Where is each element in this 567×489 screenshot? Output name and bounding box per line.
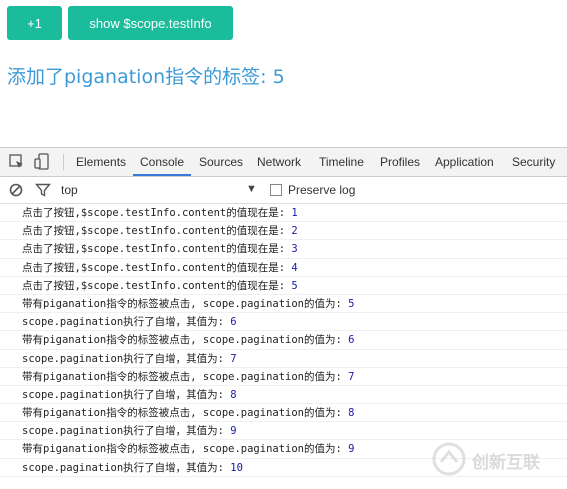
clear-console-icon[interactable] bbox=[9, 182, 25, 198]
inspect-element-icon[interactable] bbox=[8, 153, 26, 171]
preserve-log-label: Preserve log bbox=[288, 183, 356, 197]
console-line: 带有piganation指令的标签被点击, scope.pagination的值… bbox=[0, 295, 567, 314]
watermark-logo-icon bbox=[432, 442, 466, 476]
watermark-text: 创新互联 bbox=[472, 453, 540, 473]
toolbar-divider bbox=[63, 154, 64, 170]
console-line: 带有piganation指令的标签被点击, scope.pagination的值… bbox=[0, 404, 567, 423]
console-line: 点击了按钮,$scope.testInfo.content的值现在是: 1 bbox=[0, 204, 567, 223]
tab-security[interactable]: Security bbox=[512, 148, 555, 176]
tab-profiles[interactable]: Profiles bbox=[380, 148, 420, 176]
tab-sources[interactable]: Sources bbox=[199, 148, 243, 176]
tab-application[interactable]: Application bbox=[435, 148, 494, 176]
tab-timeline[interactable]: Timeline bbox=[319, 148, 364, 176]
console-filterbar: top ▼ Preserve log bbox=[0, 177, 567, 204]
chevron-down-icon[interactable]: ▼ bbox=[246, 183, 257, 195]
tab-console[interactable]: Console bbox=[133, 148, 191, 176]
console-log: 点击了按钮,$scope.testInfo.content的值现在是: 1 点击… bbox=[0, 204, 567, 477]
console-line: scope.pagination执行了自增，其值为: 6 bbox=[0, 313, 567, 332]
console-line: 带有piganation指令的标签被点击, scope.pagination的值… bbox=[0, 331, 567, 350]
show-testinfo-button[interactable]: show $scope.testInfo bbox=[68, 6, 233, 40]
tab-network[interactable]: Network bbox=[257, 148, 301, 176]
context-selector[interactable]: top bbox=[61, 177, 78, 203]
increment-button[interactable]: +1 bbox=[7, 6, 62, 40]
console-line: 点击了按钮,$scope.testInfo.content的值现在是: 3 bbox=[0, 240, 567, 259]
tab-elements[interactable]: Elements bbox=[76, 148, 126, 176]
watermark: 创新互联 bbox=[432, 440, 567, 480]
device-toolbar-icon[interactable] bbox=[34, 153, 52, 171]
console-line: scope.pagination执行了自增，其值为: 7 bbox=[0, 350, 567, 368]
console-line: 带有piganation指令的标签被点击, scope.pagination的值… bbox=[0, 368, 567, 386]
devtools-panel: Elements Console Sources Network Timelin… bbox=[0, 147, 567, 489]
console-line: scope.pagination执行了自增，其值为: 8 bbox=[0, 386, 567, 405]
pagination-headline[interactable]: 添加了piganation指令的标签: 5 bbox=[7, 62, 285, 89]
show-testinfo-button-label: show $scope.testInfo bbox=[89, 15, 212, 31]
filter-icon[interactable] bbox=[35, 182, 51, 198]
console-line: scope.pagination执行了自增，其值为: 9 bbox=[0, 422, 567, 441]
preserve-log-checkbox[interactable] bbox=[270, 184, 282, 196]
increment-button-label: +1 bbox=[27, 15, 42, 31]
console-line: 点击了按钮,$scope.testInfo.content的值现在是: 2 bbox=[0, 222, 567, 241]
console-line: 点击了按钮,$scope.testInfo.content的值现在是: 4 bbox=[0, 259, 567, 277]
page: +1 show $scope.testInfo 添加了piganation指令的… bbox=[0, 0, 567, 489]
devtools-tabbar: Elements Console Sources Network Timelin… bbox=[0, 148, 567, 177]
console-line: 点击了按钮,$scope.testInfo.content的值现在是: 5 bbox=[0, 277, 567, 295]
